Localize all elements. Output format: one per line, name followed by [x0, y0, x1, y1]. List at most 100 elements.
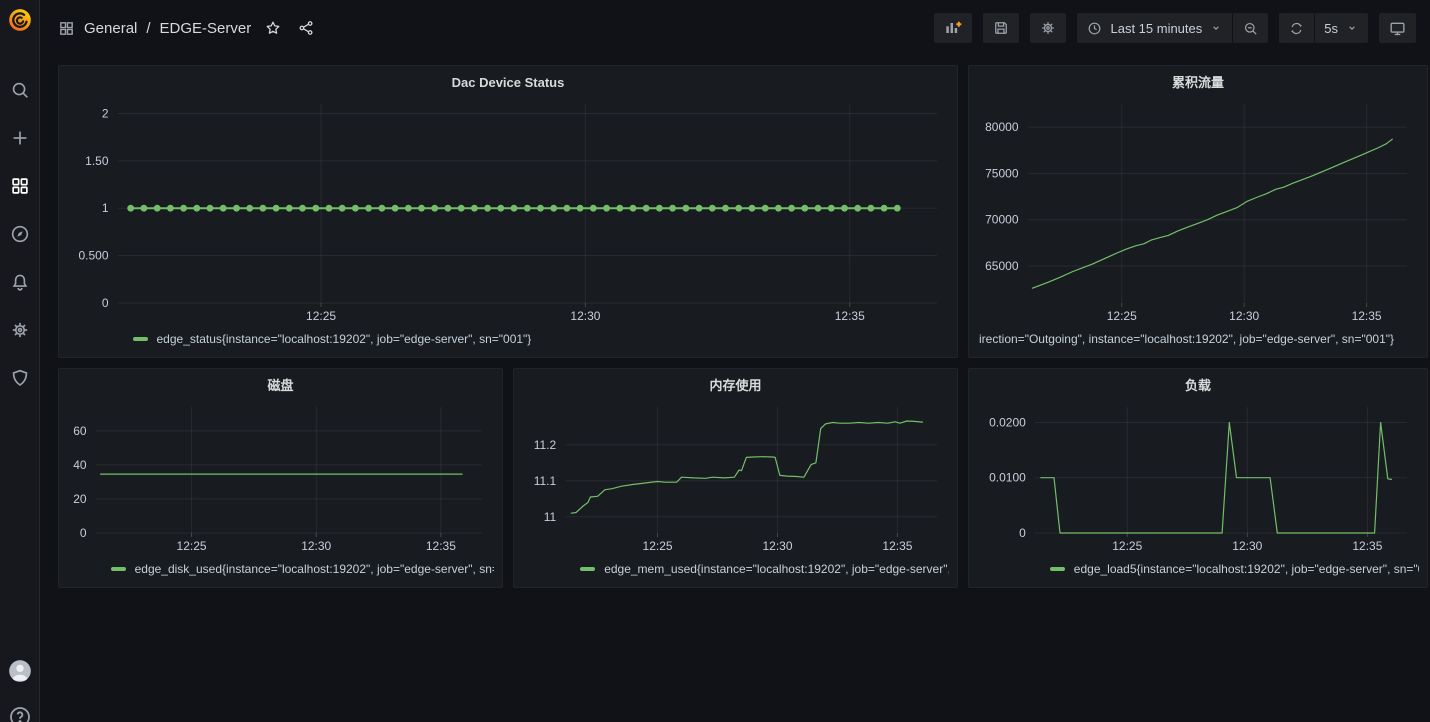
search-icon [9, 79, 31, 101]
clock-icon [1086, 20, 1103, 37]
panel-title[interactable]: 内存使用 [522, 375, 949, 399]
panel-title[interactable]: 累积流量 [977, 72, 1419, 96]
compass-icon [9, 223, 31, 245]
panel-legend: edge_mem_used{instance="localhost:19202"… [522, 559, 949, 579]
add-panel-button[interactable] [934, 13, 972, 43]
svg-text:11.1: 11.1 [534, 474, 557, 488]
panel-title[interactable]: 磁盘 [67, 375, 494, 399]
bell-icon [9, 271, 31, 293]
panel-row-2: 磁盘 12:2512:3012:350204060 edge_disk_used… [58, 368, 1428, 588]
grafana-logo-icon [7, 7, 33, 33]
legend-series-marker[interactable] [111, 567, 126, 571]
panel-legend: irection="Outgoing", instance="localhost… [977, 329, 1419, 349]
breadcrumb-separator: / [146, 20, 150, 37]
chevron-down-icon [1345, 21, 1359, 35]
sidebar-search-button[interactable] [0, 66, 40, 114]
cycle-view-mode-button[interactable] [1379, 13, 1416, 43]
chart-canvas[interactable]: 12:2512:3012:350204060 [67, 399, 494, 559]
panel-title[interactable]: 负载 [977, 375, 1419, 399]
panel-title[interactable]: Dac Device Status [67, 72, 949, 96]
svg-text:12:30: 12:30 [762, 539, 792, 553]
sidebar-configuration-button[interactable] [0, 306, 40, 354]
dashboard-header: General / EDGE-Server [40, 0, 1430, 56]
chart-canvas[interactable]: 12:2512:3012:3500.01000.0200 [977, 399, 1419, 559]
panel-dac-device-status: Dac Device Status 12:2512:3012:3500.5001… [58, 65, 958, 358]
user-avatar-icon [7, 658, 33, 684]
svg-text:12:30: 12:30 [1229, 309, 1259, 323]
favorite-button[interactable] [264, 19, 282, 37]
save-icon [992, 19, 1010, 37]
svg-text:1.50: 1.50 [85, 154, 109, 168]
legend-series-name[interactable]: edge_mem_used{instance="localhost:19202"… [604, 562, 949, 576]
chart-canvas[interactable]: 12:2512:3012:3500.50011.502 [67, 96, 949, 329]
svg-text:12:30: 12:30 [570, 309, 600, 323]
chart-canvas[interactable]: 12:25 12:30 12:35 11 11.1 11.2 [522, 399, 949, 559]
grafana-logo[interactable] [7, 7, 33, 38]
sidebar-alerting-button[interactable] [0, 258, 40, 306]
svg-text:0: 0 [102, 296, 109, 310]
svg-text:60: 60 [73, 424, 87, 438]
legend-series-name[interactable]: edge_load5{instance="localhost:19202", j… [1074, 562, 1419, 576]
panel-legend: edge_status{instance="localhost:19202", … [67, 329, 949, 349]
svg-text:2: 2 [102, 106, 109, 120]
sidebar-server-admin-button[interactable] [0, 354, 40, 402]
svg-text:0: 0 [1019, 526, 1026, 540]
legend-series-marker[interactable] [133, 337, 148, 341]
svg-text:11.2: 11.2 [534, 438, 557, 452]
grafana-app: General / EDGE-Server [0, 0, 1430, 722]
svg-text:0.0100: 0.0100 [989, 471, 1026, 485]
svg-text:0.0200: 0.0200 [989, 415, 1026, 429]
breadcrumb-folder[interactable]: General [84, 20, 137, 37]
zoom-out-time-button[interactable] [1232, 13, 1268, 43]
time-range-label: Last 15 minutes [1110, 21, 1202, 36]
save-dashboard-button[interactable] [983, 13, 1019, 43]
dashboard-grid: Dac Device Status 12:2512:3012:3500.5001… [40, 56, 1430, 588]
legend-series-name[interactable]: irection="Outgoing", instance="localhost… [979, 332, 1394, 346]
svg-text:40: 40 [73, 458, 87, 472]
panel-cumulative-traffic: 累积流量 12:2512:3012:3565000700007500080000… [968, 65, 1428, 358]
legend-series-marker[interactable] [1050, 567, 1065, 571]
svg-text:11: 11 [544, 510, 557, 524]
panel-load: 负载 12:2512:3012:3500.01000.0200 edge_loa… [968, 368, 1428, 588]
refresh-interval-label: 5s [1324, 21, 1338, 36]
svg-text:12:35: 12:35 [882, 539, 912, 553]
refresh-interval-picker[interactable]: 5s [1314, 13, 1368, 43]
time-range-picker[interactable]: Last 15 minutes [1077, 13, 1232, 43]
panel-memory-usage: 内存使用 12:25 12:30 12:35 11 11.1 11.2 edge_mem_… [513, 368, 958, 588]
legend-series-marker[interactable] [580, 567, 595, 571]
chart-plot-area: 12:2512:3012:3500.01000.0200 [977, 399, 1419, 559]
share-button[interactable] [297, 19, 315, 37]
svg-text:12:25: 12:25 [643, 539, 673, 553]
svg-text:1: 1 [102, 201, 109, 215]
dashboard-settings-button[interactable] [1030, 13, 1066, 43]
user-avatar[interactable] [7, 658, 33, 689]
help-button[interactable] [8, 705, 32, 722]
legend-series-name[interactable]: edge_disk_used{instance="localhost:19202… [135, 562, 494, 576]
svg-text:75000: 75000 [985, 166, 1019, 180]
dashboard-grid-button[interactable] [58, 20, 75, 37]
svg-text:70000: 70000 [985, 213, 1019, 227]
chart-plot-area: 12:2512:3012:350204060 [67, 399, 494, 559]
sidebar-explore-button[interactable] [0, 210, 40, 258]
svg-text:12:25: 12:25 [177, 539, 207, 553]
time-controls: Last 15 minutes [1077, 13, 1268, 43]
panel-legend: edge_load5{instance="localhost:19202", j… [977, 559, 1419, 579]
svg-text:12:35: 12:35 [426, 539, 456, 553]
legend-series-name[interactable]: edge_status{instance="localhost:19202", … [157, 332, 532, 346]
chart-plot-area: 12:2512:3012:3565000700007500080000 [977, 96, 1419, 329]
sidebar-bottom [7, 658, 33, 722]
main-area: General / EDGE-Server [40, 0, 1430, 722]
refresh-icon [1288, 20, 1305, 37]
breadcrumb: General / EDGE-Server [58, 19, 315, 37]
chart-canvas[interactable]: 12:2512:3012:3565000700007500080000 [977, 96, 1419, 329]
sidebar-dashboards-button[interactable] [0, 162, 40, 210]
svg-text:12:30: 12:30 [301, 539, 331, 553]
refresh-button[interactable] [1279, 13, 1314, 43]
dashboards-grid-icon [9, 175, 31, 197]
sidebar-create-button[interactable] [0, 114, 40, 162]
share-icon [297, 19, 315, 37]
svg-text:12:30: 12:30 [1232, 539, 1262, 553]
svg-text:80000: 80000 [985, 120, 1019, 134]
svg-text:12:25: 12:25 [1112, 539, 1142, 553]
svg-text:12:25: 12:25 [306, 309, 336, 323]
